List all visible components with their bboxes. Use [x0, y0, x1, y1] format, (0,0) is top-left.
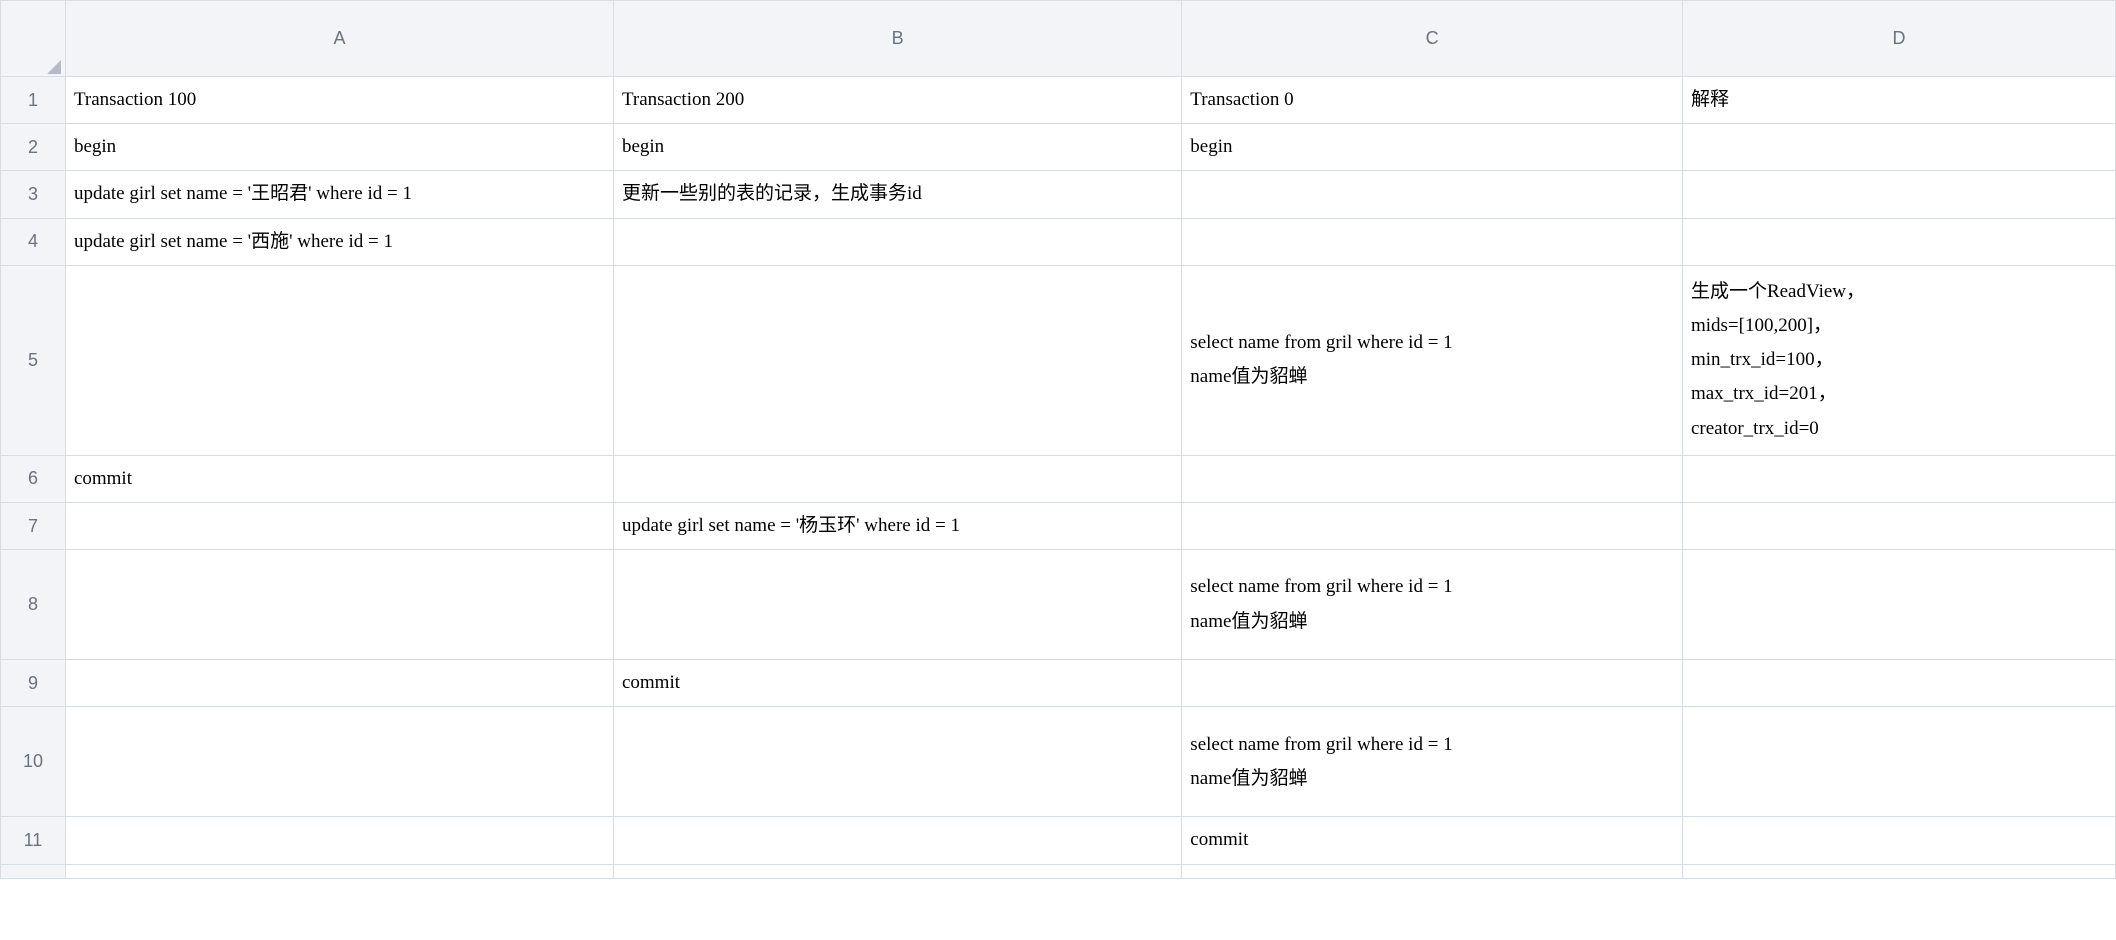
table-row: 10 select name from gril where id = 1 na… [1, 707, 2116, 817]
cell-c3[interactable] [1182, 171, 1683, 218]
cell-b7[interactable]: update girl set name = '杨玉环' where id = … [613, 502, 1181, 549]
cell-a11[interactable] [65, 817, 613, 864]
row-header-8[interactable]: 8 [1, 550, 66, 660]
cell-c4[interactable] [1182, 218, 1683, 265]
cell-b12[interactable] [613, 864, 1181, 878]
cell-d12[interactable] [1682, 864, 2115, 878]
table-row: 8 select name from gril where id = 1 nam… [1, 550, 2116, 660]
table-row: 6 commit [1, 455, 2116, 502]
cell-d2[interactable] [1682, 124, 2115, 171]
cell-d9[interactable] [1682, 660, 2115, 707]
spreadsheet: A B C D 1 Transaction 100 Transaction 20… [0, 0, 2116, 879]
cell-d10[interactable] [1682, 707, 2115, 817]
cell-c8[interactable]: select name from gril where id = 1 name值… [1182, 550, 1683, 660]
cell-a12[interactable] [65, 864, 613, 878]
cell-a9[interactable] [65, 660, 613, 707]
cell-d8[interactable] [1682, 550, 2115, 660]
cell-d6[interactable] [1682, 455, 2115, 502]
cell-a10[interactable] [65, 707, 613, 817]
table-row: 9 commit [1, 660, 2116, 707]
cell-a3[interactable]: update girl set name = '王昭君' where id = … [65, 171, 613, 218]
cell-d3[interactable] [1682, 171, 2115, 218]
cell-a6[interactable]: commit [65, 455, 613, 502]
row-header-10[interactable]: 10 [1, 707, 66, 817]
table-row: 11 commit [1, 817, 2116, 864]
cell-c11[interactable]: commit [1182, 817, 1683, 864]
cell-c1[interactable]: Transaction 0 [1182, 77, 1683, 124]
cell-c9[interactable] [1182, 660, 1683, 707]
cell-b11[interactable] [613, 817, 1181, 864]
cell-d4[interactable] [1682, 218, 2115, 265]
table-row [1, 864, 2116, 878]
table-row: 1 Transaction 100 Transaction 200 Transa… [1, 77, 2116, 124]
cell-d7[interactable] [1682, 502, 2115, 549]
cell-b8[interactable] [613, 550, 1181, 660]
cell-d5[interactable]: 生成一个ReadView， mids=[100,200]， min_trx_id… [1682, 265, 2115, 455]
cell-b6[interactable] [613, 455, 1181, 502]
row-header-7[interactable]: 7 [1, 502, 66, 549]
cell-a1[interactable]: Transaction 100 [65, 77, 613, 124]
cell-b4[interactable] [613, 218, 1181, 265]
column-header-row: A B C D [1, 1, 2116, 77]
cell-c2[interactable]: begin [1182, 124, 1683, 171]
cell-a2[interactable]: begin [65, 124, 613, 171]
cell-d11[interactable] [1682, 817, 2115, 864]
cell-b1[interactable]: Transaction 200 [613, 77, 1181, 124]
cell-b2[interactable]: begin [613, 124, 1181, 171]
cell-a4[interactable]: update girl set name = '西施' where id = 1 [65, 218, 613, 265]
cell-b10[interactable] [613, 707, 1181, 817]
cell-b3[interactable]: 更新一些别的表的记录，生成事务id [613, 171, 1181, 218]
cell-b5[interactable] [613, 265, 1181, 455]
cell-c7[interactable] [1182, 502, 1683, 549]
select-all-corner[interactable] [1, 1, 66, 77]
col-header-a[interactable]: A [65, 1, 613, 77]
row-header-3[interactable]: 3 [1, 171, 66, 218]
cell-b9[interactable]: commit [613, 660, 1181, 707]
col-header-c[interactable]: C [1182, 1, 1683, 77]
table-row: 3 update girl set name = '王昭君' where id … [1, 171, 2116, 218]
col-header-b[interactable]: B [613, 1, 1181, 77]
cell-c5[interactable]: select name from gril where id = 1 name值… [1182, 265, 1683, 455]
table-row: 7 update girl set name = '杨玉环' where id … [1, 502, 2116, 549]
row-header-12[interactable] [1, 864, 66, 878]
cell-c12[interactable] [1182, 864, 1683, 878]
row-header-11[interactable]: 11 [1, 817, 66, 864]
cell-a5[interactable] [65, 265, 613, 455]
cell-c6[interactable] [1182, 455, 1683, 502]
row-header-6[interactable]: 6 [1, 455, 66, 502]
row-header-2[interactable]: 2 [1, 124, 66, 171]
cell-c10[interactable]: select name from gril where id = 1 name值… [1182, 707, 1683, 817]
row-header-9[interactable]: 9 [1, 660, 66, 707]
row-header-5[interactable]: 5 [1, 265, 66, 455]
row-header-1[interactable]: 1 [1, 77, 66, 124]
corner-triangle-icon [47, 60, 61, 74]
cell-d1[interactable]: 解释 [1682, 77, 2115, 124]
table-row: 2 begin begin begin [1, 124, 2116, 171]
table-row: 5 select name from gril where id = 1 nam… [1, 265, 2116, 455]
col-header-d[interactable]: D [1682, 1, 2115, 77]
cell-a8[interactable] [65, 550, 613, 660]
row-header-4[interactable]: 4 [1, 218, 66, 265]
cell-a7[interactable] [65, 502, 613, 549]
table-row: 4 update girl set name = '西施' where id =… [1, 218, 2116, 265]
